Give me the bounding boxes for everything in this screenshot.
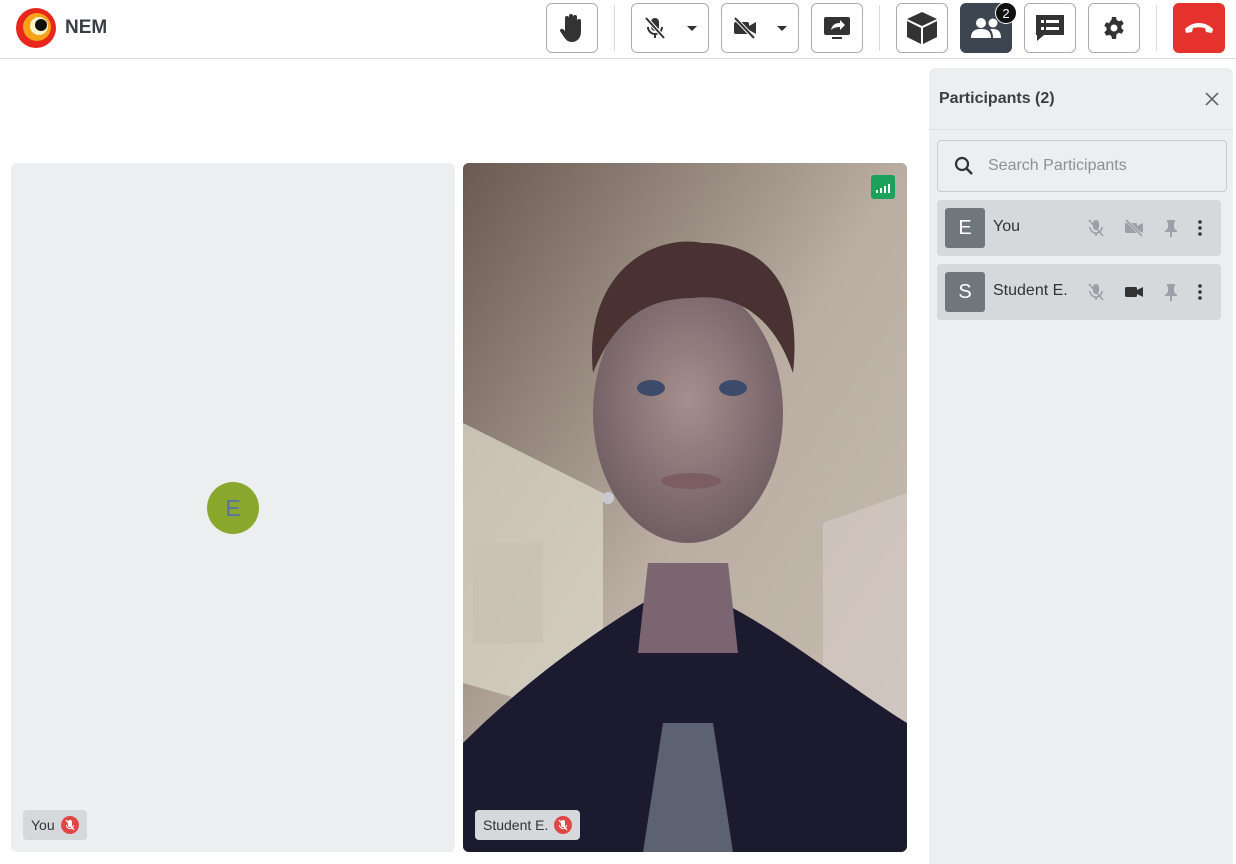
phone-hangup-icon xyxy=(1185,23,1213,33)
tile-name-label: You xyxy=(31,817,55,833)
participant-row-student[interactable]: S Student E. xyxy=(937,264,1221,320)
video-tile-you[interactable]: E You xyxy=(11,163,455,852)
camera-off-icon[interactable] xyxy=(1124,218,1144,238)
top-toolbar: NEM 2 xyxy=(0,0,1236,59)
nem-logo xyxy=(16,8,56,48)
participants-panel: Participants (2) E You xyxy=(929,68,1233,864)
mic-muted-icon xyxy=(60,816,79,834)
participant-avatar: E xyxy=(945,208,985,248)
close-icon[interactable] xyxy=(1203,90,1221,108)
camera-off-icon xyxy=(733,17,756,39)
connection-quality-icon xyxy=(871,175,895,199)
mic-off-icon xyxy=(644,16,666,40)
participant-avatar: S xyxy=(945,272,985,312)
search-input[interactable] xyxy=(988,141,1218,191)
raise-hand-button[interactable] xyxy=(546,3,598,53)
whiteboard-button[interactable] xyxy=(896,3,948,53)
chat-icon xyxy=(1036,15,1064,41)
avatar: E xyxy=(207,482,259,534)
gear-icon xyxy=(1104,17,1124,39)
mic-off-icon[interactable] xyxy=(1086,218,1106,238)
participants-button[interactable]: 2 xyxy=(960,2,1017,53)
name-tag: Student E. xyxy=(475,810,581,840)
pin-icon[interactable] xyxy=(1161,218,1181,238)
chevron-down-icon[interactable] xyxy=(687,26,697,31)
share-screen-icon xyxy=(824,17,850,39)
tile-name-label: Student E. xyxy=(483,817,549,833)
more-options-icon[interactable] xyxy=(1190,218,1210,238)
participant-name: You xyxy=(993,218,1020,235)
chevron-down-icon[interactable] xyxy=(777,26,787,31)
camera-on-icon[interactable] xyxy=(1124,282,1144,302)
more-options-icon[interactable] xyxy=(1190,282,1210,302)
pin-icon[interactable] xyxy=(1161,282,1181,302)
share-screen-button[interactable] xyxy=(811,3,863,53)
microphone-button[interactable] xyxy=(631,3,709,53)
app-name: NEM xyxy=(65,17,108,38)
settings-button[interactable] xyxy=(1088,3,1140,53)
webcam-video-feed xyxy=(463,163,907,852)
participants-count-badge: 2 xyxy=(995,2,1017,24)
camera-button[interactable] xyxy=(721,3,799,53)
panel-title: Participants (2) xyxy=(939,90,1055,107)
name-tag: You xyxy=(23,810,87,840)
hang-up-button[interactable] xyxy=(1173,3,1225,53)
participant-row-you[interactable]: E You xyxy=(937,200,1221,256)
search-icon xyxy=(954,156,973,175)
participant-name: Student E. xyxy=(993,282,1068,299)
video-tile-student[interactable]: Student E. xyxy=(463,163,907,852)
panel-header: Participants (2) xyxy=(929,68,1233,130)
mic-off-icon[interactable] xyxy=(1086,282,1106,302)
hand-icon xyxy=(559,14,581,42)
mic-muted-icon xyxy=(554,816,573,834)
search-participants xyxy=(937,140,1227,192)
cube-icon xyxy=(907,12,937,44)
chat-button[interactable] xyxy=(1024,3,1076,53)
